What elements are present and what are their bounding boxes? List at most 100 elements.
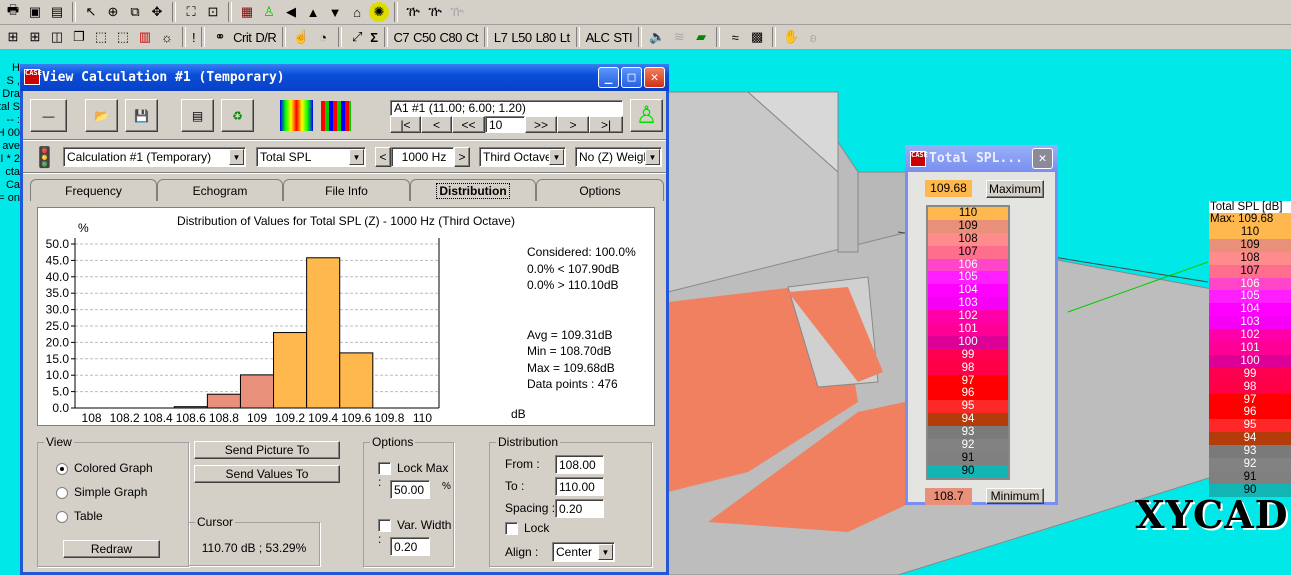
- band-select[interactable]: Third Octave ▼: [479, 147, 566, 167]
- minimum-button[interactable]: Minimum: [986, 488, 1044, 504]
- arrow-up-icon[interactable]: ▲: [303, 2, 323, 22]
- arrow-down-icon[interactable]: ▼: [325, 2, 345, 22]
- ray-icon[interactable]: ⤢: [347, 27, 367, 47]
- color-map-icon[interactable]: ▥: [135, 27, 155, 47]
- colored-graph-radio[interactable]: Colored Graph: [56, 461, 153, 475]
- var-width-input[interactable]: 0.20: [390, 537, 430, 556]
- window-title-bar[interactable]: CASE View Calculation #1 (Temporary) _ □…: [20, 64, 669, 91]
- multi-map-view-icon[interactable]: [321, 101, 351, 131]
- alc-button[interactable]: ALC: [584, 30, 612, 45]
- color-scale-entry: 110: [1209, 226, 1291, 239]
- nav-first-button[interactable]: |<: [390, 116, 421, 133]
- legend-popup-title-bar[interactable]: CASE Total SPL... ✕: [905, 145, 1058, 172]
- frequency-field[interactable]: 1000 Hz: [391, 147, 454, 167]
- ct-button[interactable]: Ct: [464, 30, 480, 45]
- walker-icon[interactable]: ♙: [259, 2, 279, 22]
- calculation-select[interactable]: Calculation #1 (Temporary) ▼: [63, 147, 246, 167]
- sun-icon[interactable]: ✺: [369, 2, 389, 22]
- tab-label: Options: [579, 183, 621, 198]
- maximum-button[interactable]: Maximum: [986, 180, 1044, 198]
- nav-step-input[interactable]: 10: [485, 116, 525, 133]
- nav-next-many-button[interactable]: >>: [525, 116, 557, 133]
- film-icon[interactable]: ▩: [747, 27, 767, 47]
- wave-icon[interactable]: ≈: [725, 27, 745, 47]
- lock-max-input[interactable]: 50.00: [390, 480, 430, 499]
- pointer-icon[interactable]: ↖: [81, 2, 101, 22]
- simple-graph-radio[interactable]: Simple Graph: [56, 485, 147, 499]
- send-values-button[interactable]: Send Values To: [194, 465, 340, 483]
- cube-icon[interactable]: ⬚: [91, 27, 111, 47]
- l7-button[interactable]: L7: [492, 30, 509, 45]
- layout-1-icon[interactable]: ⊞: [3, 27, 23, 47]
- speaker-icon[interactable]: 🔈: [647, 27, 667, 47]
- recycle-icon[interactable]: ♻: [221, 99, 254, 132]
- c7-button[interactable]: C7: [392, 30, 412, 45]
- nav-prev-many-button[interactable]: <<: [452, 116, 485, 133]
- close-button[interactable]: ✕: [644, 67, 665, 88]
- layout-3-icon[interactable]: ◫: [47, 27, 67, 47]
- save-icon[interactable]: 💾: [125, 99, 158, 132]
- copy-picture-icon[interactable]: ▣: [25, 2, 45, 22]
- nav-next-button[interactable]: >: [557, 116, 589, 133]
- tab-echogram[interactable]: Echogram: [157, 179, 283, 201]
- minimize-button[interactable]: _: [598, 67, 619, 88]
- to-input[interactable]: 110.00: [555, 477, 604, 496]
- clock-icon[interactable]: ◔: [313, 27, 333, 47]
- l50-button[interactable]: L50: [509, 30, 533, 45]
- align-select[interactable]: Center ▼: [552, 542, 615, 562]
- zoom-window-icon[interactable]: ⧉: [125, 2, 145, 22]
- light-icon[interactable]: ☼: [157, 27, 177, 47]
- tab-frequency[interactable]: Frequency: [30, 179, 157, 201]
- lock-checkbox[interactable]: Lock: [505, 521, 549, 536]
- distribution-group-label: Distribution: [496, 435, 561, 449]
- color-map-view-icon[interactable]: [280, 100, 313, 131]
- notes-icon[interactable]: ▤: [181, 99, 214, 132]
- sti-button[interactable]: STI: [611, 30, 634, 45]
- sources-off-icon[interactable]: ዅ: [425, 2, 445, 22]
- surface-icon[interactable]: ▰: [691, 27, 711, 47]
- l80-button[interactable]: L80: [534, 30, 558, 45]
- c50-button[interactable]: C50: [411, 30, 437, 45]
- color-scale-entry: 100: [928, 335, 1008, 349]
- layout-2-icon[interactable]: ⊞: [25, 27, 45, 47]
- home-icon[interactable]: ⌂: [347, 2, 367, 22]
- sources-on-icon[interactable]: ዅ: [403, 2, 423, 22]
- send-picture-button[interactable]: Send Picture To: [194, 441, 340, 459]
- spacing-input[interactable]: 0.20: [555, 499, 604, 518]
- lt-button[interactable]: Lt: [558, 30, 572, 45]
- collapse-button[interactable]: ―: [30, 99, 67, 132]
- frequency-down-button[interactable]: <: [375, 147, 391, 167]
- zoom-fit-icon[interactable]: ⊡: [203, 2, 223, 22]
- rings-icon[interactable]: ⚭: [210, 27, 230, 47]
- weighting-select[interactable]: No (Z) Weigh ▼: [575, 147, 662, 167]
- save-picture-icon[interactable]: ▤: [47, 2, 67, 22]
- fit-icon[interactable]: ⛶: [181, 2, 201, 22]
- walker-icon[interactable]: ♙: [630, 99, 663, 132]
- exclamation-button[interactable]: !: [190, 30, 197, 45]
- crosshair-icon[interactable]: ⊕: [103, 2, 123, 22]
- table-radio[interactable]: Table: [56, 509, 103, 523]
- arrow-left-icon[interactable]: ◀: [281, 2, 301, 22]
- c80-button[interactable]: C80: [438, 30, 464, 45]
- move-icon[interactable]: ✥: [147, 2, 167, 22]
- from-input[interactable]: 108.00: [555, 455, 604, 474]
- 3d-view-icon[interactable]: ▦: [237, 2, 257, 22]
- hand-icon[interactable]: ☝: [291, 27, 311, 47]
- layout-4-icon[interactable]: ❐: [69, 27, 89, 47]
- parameter-select[interactable]: Total SPL ▼: [256, 147, 366, 167]
- tab-distribution[interactable]: Distribution: [410, 179, 536, 201]
- frequency-up-button[interactable]: >: [454, 147, 470, 167]
- legend-close-button[interactable]: ✕: [1032, 148, 1053, 169]
- print-icon[interactable]: 🖶: [3, 2, 23, 22]
- nav-last-button[interactable]: >|: [589, 116, 623, 133]
- maximize-button[interactable]: □: [621, 67, 642, 88]
- tab-options[interactable]: Options: [536, 179, 664, 201]
- cube-2-icon[interactable]: ⬚: [113, 27, 133, 47]
- nav-prev-button[interactable]: <: [421, 116, 452, 133]
- tab-file-info[interactable]: File Info: [283, 179, 410, 201]
- open-icon[interactable]: 📂: [85, 99, 118, 132]
- crit-button[interactable]: Crit: [231, 30, 253, 45]
- dr-button[interactable]: D/R: [253, 30, 278, 45]
- redraw-button[interactable]: Redraw: [63, 540, 160, 558]
- sum-button[interactable]: Σ: [368, 30, 379, 45]
